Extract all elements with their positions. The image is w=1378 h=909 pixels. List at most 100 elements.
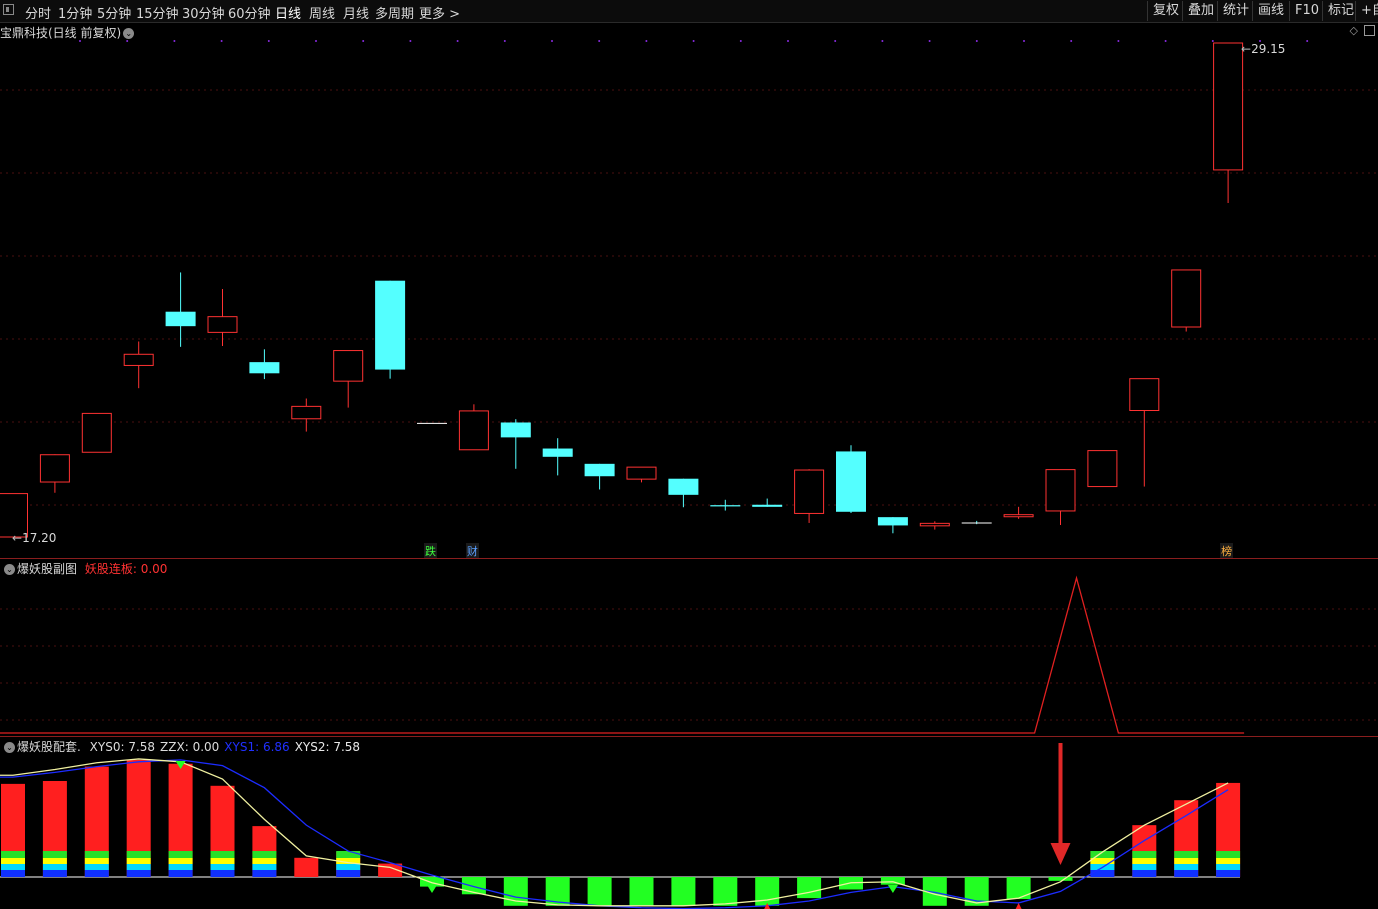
toolbar-button-3[interactable]: 画线 — [1252, 1, 1289, 21]
top-dot — [787, 40, 789, 42]
bar-stripe — [1090, 858, 1115, 864]
bar-stripe — [252, 864, 277, 870]
bar-green — [629, 877, 654, 906]
period-tab-8[interactable]: 月线 — [343, 3, 369, 22]
candle-body — [1213, 42, 1244, 171]
arrow-down-icon — [1050, 843, 1071, 865]
bar-green — [1006, 877, 1031, 900]
top-dot — [1164, 40, 1167, 42]
period-tab-1[interactable]: 1分钟 — [58, 3, 92, 22]
bar-stripe — [1132, 864, 1157, 870]
bar-green — [880, 877, 905, 885]
top-dot — [645, 40, 648, 42]
candle-body — [291, 405, 322, 420]
top-dot — [928, 40, 931, 42]
marker-up-red — [1015, 903, 1022, 909]
top-dot — [834, 40, 837, 42]
bar-stripe — [1090, 870, 1115, 877]
bar-stripe — [1216, 870, 1241, 877]
top-dot — [220, 40, 223, 42]
bar-stripe — [84, 870, 109, 877]
bar-stripe — [252, 858, 277, 864]
candle-body — [1171, 269, 1202, 328]
bar-green — [755, 877, 780, 906]
top-dot — [975, 40, 978, 42]
bar-stripe — [1174, 858, 1199, 864]
top-dot — [739, 40, 742, 42]
candle-body — [207, 316, 238, 333]
toolbar-button-0[interactable]: 复权 — [1147, 1, 1184, 21]
candle-body — [500, 422, 531, 438]
bar-stripe — [1216, 864, 1241, 870]
bar-stripe — [1174, 864, 1199, 870]
bar-stripe — [42, 864, 67, 870]
bar-stripe — [1, 864, 25, 870]
bar-stripe — [168, 870, 193, 877]
bar-stripe — [84, 851, 109, 858]
candle-body — [249, 362, 280, 374]
event-tag-0[interactable]: 跌 — [424, 543, 437, 559]
bar-stripe — [1, 870, 25, 877]
toolbar-button-2[interactable]: 统计 — [1217, 1, 1254, 21]
top-dot — [409, 40, 412, 42]
candle-body — [165, 311, 196, 327]
panel-toggle-icon[interactable] — [3, 4, 14, 15]
top-dot — [1023, 40, 1025, 42]
period-tab-4[interactable]: 30分钟 — [182, 3, 225, 22]
bar-stripe — [252, 851, 277, 858]
toolbar-button-1[interactable]: 叠加 — [1182, 1, 1219, 21]
toolbar-button-4[interactable]: F10 — [1289, 1, 1324, 21]
candle-body — [626, 466, 657, 480]
bar-stripe — [210, 870, 235, 877]
sub-panel2-chart — [0, 743, 1241, 909]
bar-stripe — [42, 858, 67, 864]
bar-green — [797, 877, 822, 899]
top-dot — [79, 40, 81, 42]
period-tab-2[interactable]: 5分钟 — [97, 3, 131, 22]
period-tab-3[interactable]: 15分钟 — [136, 3, 179, 22]
period-toolbar: 分时 1分钟 5分钟 15分钟 30分钟 60分钟 日线 周线 月线 多周期 更多 > 复权 叠加 统计… — [0, 0, 1378, 23]
period-tab-9[interactable]: 多周期 — [375, 3, 414, 22]
toolbar-button-5[interactable]: 标记 — [1322, 1, 1359, 21]
event-tag-1[interactable]: 财 — [465, 543, 479, 559]
bar-stripe — [1216, 851, 1241, 858]
top-dot — [315, 40, 317, 42]
period-tab-0[interactable]: 分时 — [25, 3, 51, 22]
top-dot — [692, 40, 695, 42]
bar-stripe — [42, 870, 67, 877]
top-dot — [1070, 40, 1073, 42]
top-dot — [362, 40, 365, 42]
candle-body — [919, 522, 950, 527]
bar-stripe — [168, 851, 193, 858]
bar-stripe — [168, 864, 193, 870]
bar-stripe — [210, 864, 235, 870]
candle-body — [668, 478, 699, 495]
bar-stripe — [1132, 870, 1157, 877]
bar-stripe — [1216, 858, 1241, 864]
period-tab-10[interactable]: 更多 > — [419, 3, 460, 22]
period-tab-6[interactable]: 日线 — [275, 3, 301, 22]
candle-body — [375, 280, 406, 370]
toolbar-button-6[interactable]: +自 — [1355, 1, 1378, 21]
top-dot — [503, 40, 506, 42]
top-dot — [1306, 40, 1309, 42]
bar-stripe — [84, 858, 109, 864]
bar-stripe — [84, 864, 109, 870]
bar-stripe — [336, 851, 361, 858]
period-tab-7[interactable]: 周线 — [309, 3, 335, 22]
bar-red — [294, 857, 319, 877]
bar-stripe — [168, 858, 193, 864]
candle-body — [1003, 514, 1034, 518]
top-dot — [881, 40, 884, 42]
period-tab-5[interactable]: 60分钟 — [228, 3, 271, 22]
bar-stripe — [1132, 851, 1157, 858]
candle-body — [710, 505, 741, 507]
sub-panel1-chart — [0, 575, 1378, 734]
candlestick-chart — [0, 40, 1378, 538]
bar-stripe — [1132, 858, 1157, 864]
bar-green — [713, 877, 738, 906]
event-tag-2[interactable]: 榜 — [1220, 543, 1234, 559]
bar-stripe — [1174, 870, 1199, 877]
bar-stripe — [336, 864, 361, 870]
candle-body — [584, 463, 615, 477]
